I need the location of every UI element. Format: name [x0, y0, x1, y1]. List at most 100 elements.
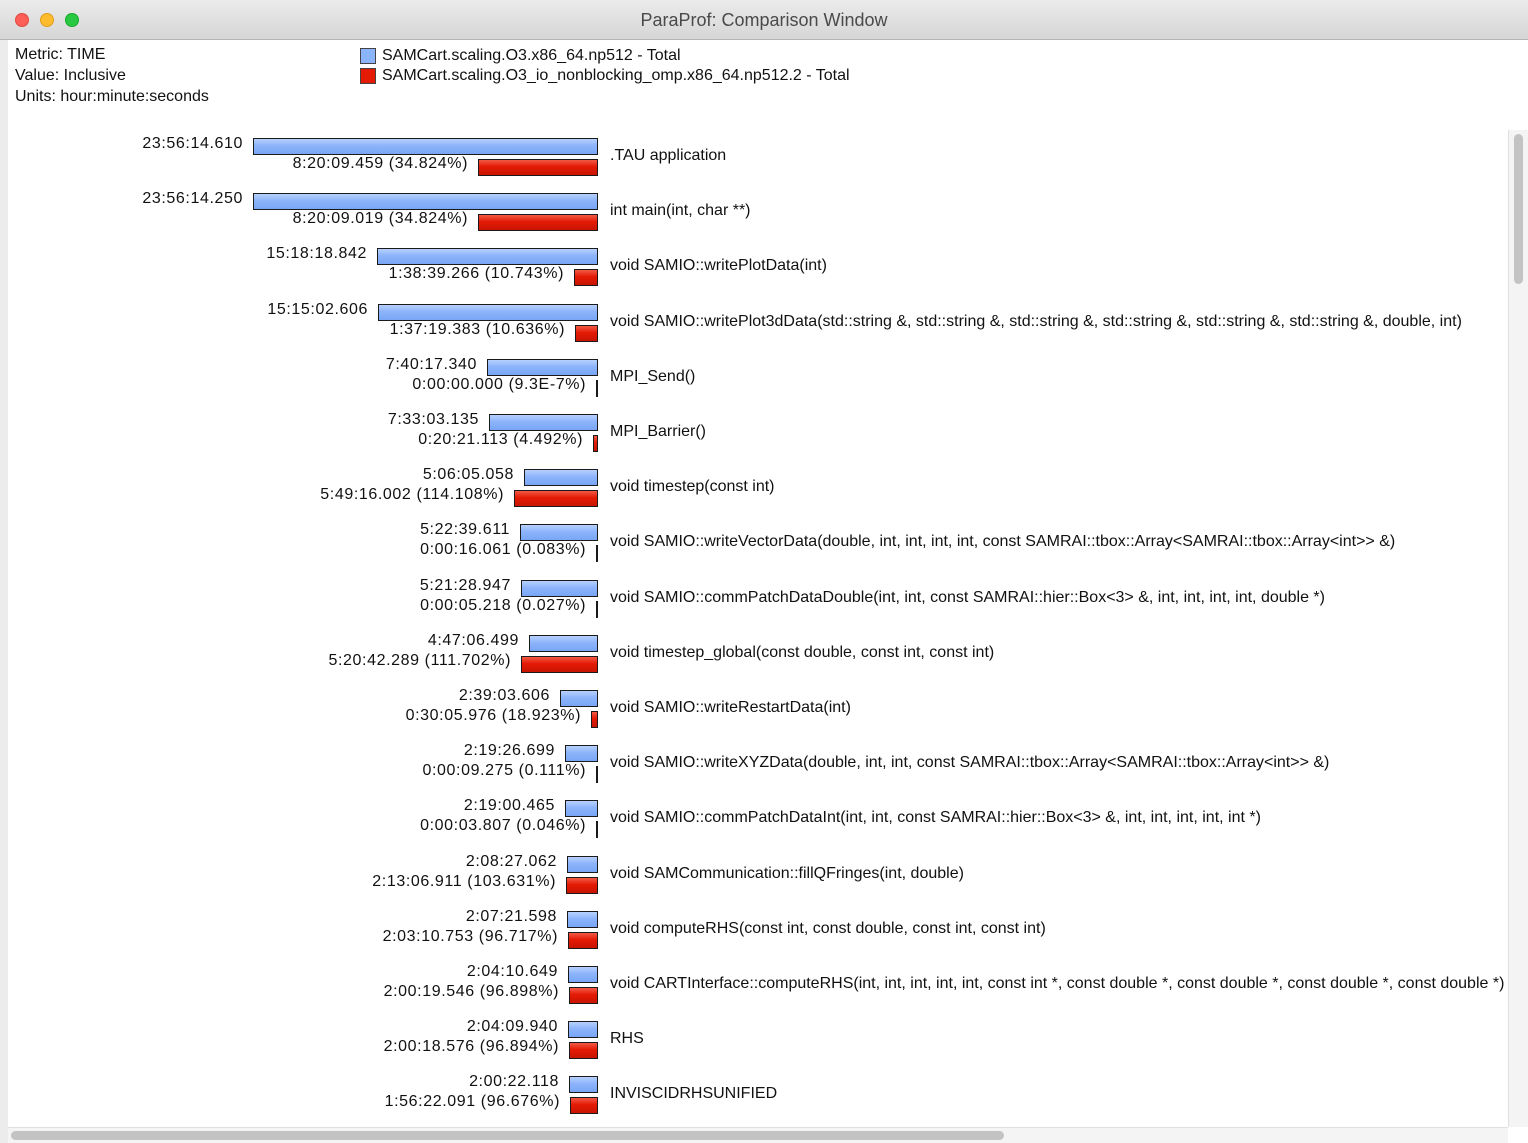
baseline-value-label: 23:56:14.250 — [142, 190, 243, 208]
comparison-bar[interactable] — [568, 931, 598, 949]
baseline-bar[interactable] — [567, 855, 598, 873]
comparison-bar[interactable] — [591, 711, 598, 728]
baseline-bar[interactable] — [565, 800, 598, 818]
comparison-value-label: 1:38:39.266 (10.743%) — [388, 265, 564, 283]
baseline-bar[interactable] — [378, 303, 598, 321]
function-name-label[interactable]: INVISCIDRHSUNIFIED — [610, 1085, 777, 1103]
comparison-bar[interactable] — [478, 214, 598, 232]
vertical-scrollbar[interactable] — [1508, 130, 1528, 1127]
function-name-label[interactable]: void CARTInterface::computeRHS(int, int,… — [610, 975, 1504, 993]
function-name-label[interactable]: MPI_Barrier() — [610, 423, 706, 441]
function-name-label[interactable]: void timestep(const int) — [610, 478, 775, 496]
baseline-value-label: 2:00:22.118 — [469, 1073, 559, 1091]
baseline-bar[interactable] — [524, 469, 598, 487]
comparison-bar[interactable] — [570, 1097, 598, 1115]
function-name-label[interactable]: RHS — [610, 1030, 644, 1048]
comparison-bar[interactable] — [596, 600, 598, 618]
comparison-bar[interactable] — [514, 490, 598, 508]
baseline-value-label: 2:19:00.465 — [463, 797, 555, 815]
function-name-label[interactable]: MPI_Send() — [610, 368, 695, 386]
comparison-bar[interactable] — [569, 987, 598, 1004]
function-name-label[interactable]: void SAMIO::writePlotData(int) — [610, 257, 827, 275]
bar-chart-area: 23:56:14.610 8:20:09.459 (34.824%) .TAU ap… — [8, 40, 1506, 1127]
baseline-value-label: 2:08:27.062 — [465, 852, 557, 870]
baseline-bar[interactable] — [565, 745, 598, 763]
horizontal-scroll-thumb[interactable] — [11, 1131, 1004, 1140]
baseline-bar[interactable] — [560, 690, 598, 707]
comparison-bar[interactable] — [566, 876, 598, 894]
function-row[interactable]: 5:06:05.058 5:49:16.002 (114.108%) void ti… — [8, 466, 1506, 521]
baseline-bar[interactable] — [529, 634, 598, 652]
comparison-bar[interactable] — [593, 435, 598, 452]
comparison-bar[interactable] — [596, 545, 598, 563]
function-row[interactable]: 23:56:14.250 8:20:09.019 (34.824%) int mai… — [8, 190, 1506, 245]
function-row[interactable]: 2:04:10.649 2:00:19.546 (96.898%) void CAR… — [8, 963, 1506, 1018]
baseline-bar[interactable] — [253, 193, 598, 211]
baseline-bar[interactable] — [253, 138, 598, 155]
comparison-bar[interactable] — [521, 655, 598, 673]
baseline-bar[interactable] — [521, 579, 598, 597]
comparison-bar[interactable] — [575, 324, 598, 342]
baseline-value-label: 2:04:10.649 — [466, 963, 558, 980]
function-row[interactable]: 2:19:26.699 0:00:09.275 (0.111%) void SAMI… — [8, 742, 1506, 797]
baseline-bar[interactable] — [569, 1076, 598, 1094]
comparison-value-label: 0:00:00.000 (9.3E-7%) — [412, 375, 586, 393]
baseline-bar[interactable] — [489, 414, 598, 431]
function-name-label[interactable]: int main(int, char **) — [610, 202, 751, 220]
baseline-bar[interactable] — [520, 524, 598, 542]
comparison-value-label: 5:20:42.289 (111.702%) — [328, 651, 511, 669]
horizontal-scrollbar[interactable] — [8, 1127, 1508, 1143]
function-name-label[interactable]: void SAMIO::writeVectorData(double, int,… — [610, 533, 1395, 551]
comparison-value-label: 5:49:16.002 (114.108%) — [320, 486, 504, 504]
comparison-panel: Metric: TIME Value: Inclusive Units: hou… — [8, 40, 1528, 1143]
baseline-bar[interactable] — [568, 1021, 598, 1039]
baseline-value-label: 2:39:03.606 — [458, 687, 550, 704]
comparison-value-label: 2:03:10.753 (96.717%) — [382, 927, 558, 945]
comparison-value-label: 2:13:06.911 (103.631%) — [372, 872, 556, 890]
function-name-label[interactable]: void SAMIO::writeRestartData(int) — [610, 699, 851, 717]
function-row[interactable]: 15:18:18.842 1:38:39.266 (10.743%) void SA… — [8, 245, 1506, 300]
baseline-bar[interactable] — [377, 248, 598, 266]
baseline-bar[interactable] — [487, 358, 598, 376]
function-row[interactable]: 2:07:21.598 2:03:10.753 (96.717%) void com… — [8, 908, 1506, 963]
function-row[interactable]: 5:22:39.611 0:00:16.061 (0.083%) void SAMI… — [8, 521, 1506, 576]
function-row[interactable]: 4:47:06.499 5:20:42.289 (111.702%) void ti… — [8, 632, 1506, 687]
function-name-label[interactable]: void SAMIO::commPatchDataDouble(int, int… — [610, 589, 1325, 607]
comparison-bar[interactable] — [478, 159, 598, 176]
comparison-bar[interactable] — [596, 766, 598, 784]
function-row[interactable]: 5:21:28.947 0:00:05.218 (0.027%) void SAMI… — [8, 577, 1506, 632]
function-row[interactable]: 2:19:00.465 0:00:03.807 (0.046%) void SAMI… — [8, 797, 1506, 852]
function-row[interactable]: 23:56:14.610 8:20:09.459 (34.824%) .TAU ap… — [8, 135, 1506, 190]
baseline-value-label: 15:15:02.606 — [267, 300, 368, 318]
baseline-bar[interactable] — [567, 910, 598, 928]
baseline-bar[interactable] — [568, 966, 598, 983]
function-name-label[interactable]: void SAMIO::commPatchDataInt(int, int, c… — [610, 809, 1261, 827]
baseline-value-label: 15:18:18.842 — [266, 245, 367, 263]
function-row[interactable]: 2:08:27.062 2:13:06.911 (103.631%) void SA… — [8, 852, 1506, 908]
comparison-bar[interactable] — [596, 821, 598, 839]
function-name-label[interactable]: .TAU application — [610, 147, 726, 165]
comparison-bar[interactable] — [569, 1042, 598, 1060]
comparison-value-label: 2:00:18.576 (96.894%) — [383, 1038, 559, 1056]
baseline-value-label: 5:22:39.611 — [420, 521, 510, 539]
function-row[interactable]: 7:40:17.340 0:00:00.000 (9.3E-7%) MPI_Send… — [8, 355, 1506, 411]
function-name-label[interactable]: void SAMIO::writeXYZData(double, int, in… — [610, 754, 1329, 772]
function-name-label[interactable]: void SAMIO::writePlot3dData(std::string … — [610, 313, 1462, 331]
function-row[interactable]: 2:04:09.940 2:00:18.576 (96.894%) RHS — [8, 1018, 1506, 1073]
function-name-label[interactable]: void timestep_global(const double, const… — [610, 644, 994, 662]
function-row[interactable]: 7:33:03.135 0:20:21.113 (4.492%) MPI_Barri… — [8, 411, 1506, 466]
function-row[interactable]: 2:39:03.606 0:30:05.976 (18.923%) void SAM… — [8, 687, 1506, 742]
function-name-label[interactable]: void SAMCommunication::fillQFringes(int,… — [610, 865, 964, 883]
comparison-bar[interactable] — [574, 269, 598, 287]
comparison-value-label: 0:00:05.218 (0.027%) — [420, 596, 586, 614]
baseline-value-label: 2:04:09.940 — [466, 1018, 558, 1036]
comparison-value-label: 0:00:03.807 (0.046%) — [420, 817, 586, 835]
function-row[interactable]: 15:15:02.606 1:37:19.383 (10.636%) void SA… — [8, 300, 1506, 356]
baseline-value-label: 7:40:17.340 — [385, 355, 477, 373]
baseline-value-label: 23:56:14.610 — [142, 135, 243, 152]
vertical-scroll-thumb[interactable] — [1514, 134, 1523, 284]
function-row[interactable]: 2:00:22.118 1:56:22.091 (96.676%) INVISCID… — [8, 1073, 1506, 1127]
function-name-label[interactable]: void computeRHS(const int, const double,… — [610, 920, 1046, 938]
comparison-bar[interactable] — [596, 379, 598, 397]
comparison-value-label: 0:00:16.061 (0.083%) — [420, 541, 586, 559]
